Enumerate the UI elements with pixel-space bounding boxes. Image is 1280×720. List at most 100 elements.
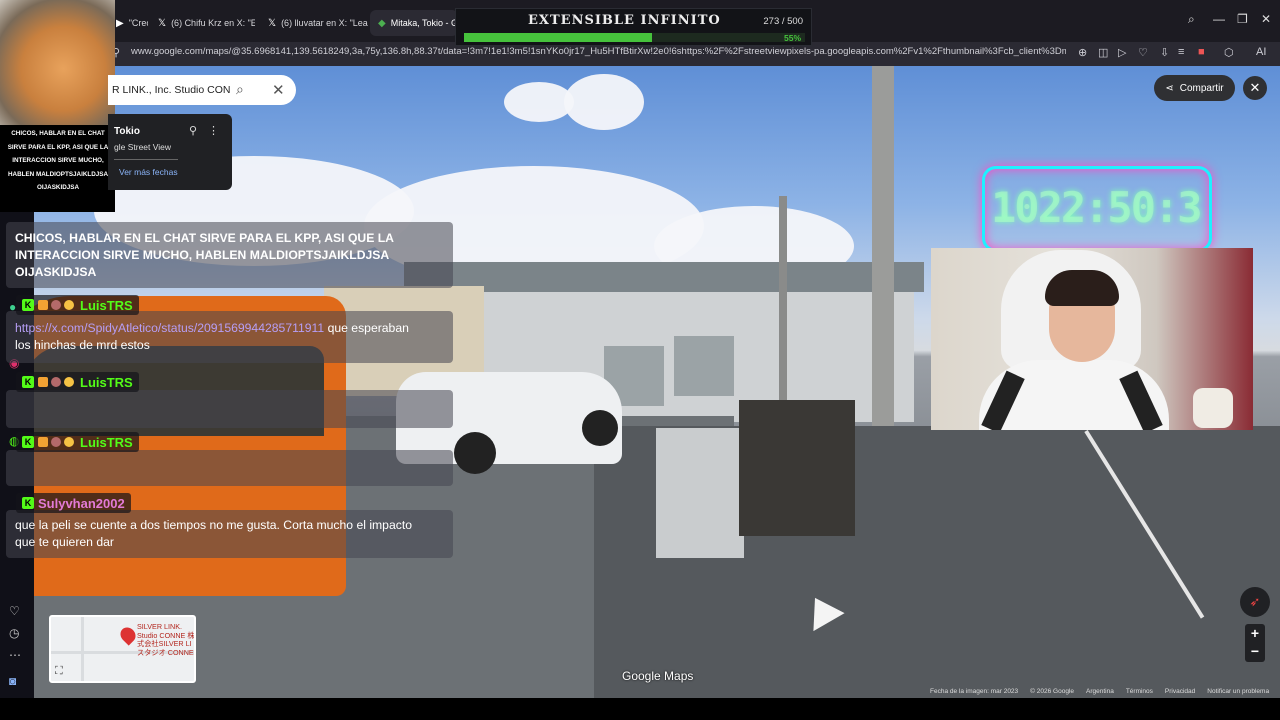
- location-pin-icon: [117, 624, 139, 646]
- chat-message: [6, 390, 453, 428]
- sub-badge-icon: [38, 437, 48, 447]
- coin-badge-icon: [64, 377, 74, 387]
- meme-caption: CHICOS, HABLAR EN EL CHAT SIRVE PARA EL …: [7, 130, 109, 191]
- tab-lluvatar[interactable]: 𝕏(6) lluvatar en X: "Learnin: [260, 10, 368, 36]
- cat-image: [0, 0, 115, 125]
- map-street: [81, 617, 84, 681]
- minimize-icon[interactable]: —: [1213, 12, 1225, 26]
- streamer-hair: [1045, 270, 1119, 306]
- skull-badge-icon: [51, 437, 61, 447]
- chat-header: K LuisTRS: [16, 372, 139, 392]
- username[interactable]: LuisTRS: [80, 298, 133, 313]
- meme-overlay: CHICOS, HABLAR EN EL CHAT SIRVE PARA EL …: [0, 0, 115, 212]
- window: [674, 336, 734, 396]
- zoom-control: + −: [1245, 624, 1265, 662]
- streamer-webcam: [931, 248, 1253, 430]
- wallet-icon[interactable]: ⬡: [1224, 46, 1234, 59]
- account-icon[interactable]: ◙: [9, 674, 16, 688]
- close-street-view-button[interactable]: ✕: [1243, 76, 1267, 100]
- sub-badge-icon: [38, 300, 48, 310]
- more-options-icon[interactable]: ⋮: [208, 124, 219, 137]
- zoom-out-button[interactable]: −: [1245, 643, 1265, 659]
- skull-badge-icon: [51, 300, 61, 310]
- kick-badge-icon: K: [22, 299, 34, 311]
- extension-icon[interactable]: ■: [1198, 46, 1205, 58]
- username[interactable]: Sulyvhan2002: [38, 496, 125, 511]
- terms-link[interactable]: Términos: [1126, 688, 1153, 695]
- goal-widget: EXTENSIBLE INFINITO 273 / 500 55%: [455, 8, 812, 46]
- username[interactable]: LuisTRS: [80, 435, 133, 450]
- privacy-link[interactable]: Privacidad: [1165, 688, 1195, 695]
- report-link[interactable]: Notificar un problema: [1207, 688, 1269, 695]
- kick-badge-icon: K: [22, 376, 34, 388]
- search-icon[interactable]: ⌕: [236, 81, 244, 98]
- wheel: [454, 432, 496, 474]
- goal-title: EXTENSIBLE INFINITO: [528, 13, 721, 28]
- message-text: que la peli se cuente a dos tiempos no m…: [15, 518, 412, 549]
- maps-footer: Fecha de la imagen: mar 2023 © 2026 Goog…: [930, 688, 1269, 695]
- close-window-icon[interactable]: ✕: [1261, 12, 1271, 26]
- chat-message: https://x.com/SpidyAtletico/status/20915…: [6, 311, 453, 363]
- coin-badge-icon: [64, 437, 74, 447]
- kick-badge-icon: K: [22, 497, 34, 509]
- coin-badge-icon: [64, 300, 74, 310]
- heart-icon[interactable]: ♡: [1138, 46, 1148, 59]
- chat-message: [6, 450, 453, 486]
- divider: [114, 159, 178, 160]
- message-link[interactable]: https://x.com/SpidyAtletico/status/20915…: [15, 321, 324, 335]
- goal-progress-fill: [464, 33, 652, 42]
- url-field[interactable]: www.google.com/maps/@35.6968141,139.5618…: [131, 46, 1066, 57]
- google-maps-logo: Google Maps: [622, 669, 694, 683]
- place-subtitle: gle Street View: [114, 142, 172, 152]
- maximize-icon[interactable]: ❐: [1237, 12, 1248, 26]
- compass-icon: ➶: [1249, 594, 1261, 609]
- tab-maps[interactable]: ◆Mitaka, Tokio - Goo: [370, 10, 458, 36]
- thermos: [1193, 388, 1233, 428]
- cloud: [564, 74, 644, 130]
- download-icon[interactable]: ⇩: [1160, 46, 1169, 59]
- tab-chifu[interactable]: 𝕏(6) Chifu Krz en X: "EN DIR: [150, 10, 255, 36]
- subathon-timer: 1022:50:3: [982, 166, 1212, 252]
- goal-count: 273 / 500: [763, 16, 803, 27]
- close-icon: ✕: [1249, 80, 1261, 95]
- x-logo-icon: 𝕏: [268, 17, 277, 29]
- video-icon: ▶: [116, 17, 124, 29]
- location-pin-icon[interactable]: ⚲: [189, 124, 197, 137]
- ai-button[interactable]: AI: [1256, 46, 1266, 58]
- close-icon[interactable]: ✕: [272, 81, 285, 99]
- garbage-station: [739, 400, 855, 536]
- wheel: [582, 410, 618, 446]
- menu-icon[interactable]: ≡: [1178, 46, 1184, 58]
- minimap[interactable]: SILVER LINK. Studio CONNE 株式会社SILVER LI …: [49, 615, 196, 683]
- chat-header: K LuisTRS: [16, 432, 139, 452]
- send-icon[interactable]: ▷: [1118, 46, 1126, 59]
- expand-icon[interactable]: ⛶: [55, 665, 63, 678]
- goal-progress-bar: [464, 33, 805, 42]
- copyright: © 2026 Google: [1030, 688, 1074, 695]
- share-button[interactable]: ⋖ Compartir: [1154, 75, 1235, 101]
- country-link[interactable]: Argentina: [1086, 688, 1114, 695]
- zoom-in-button[interactable]: +: [1245, 625, 1265, 641]
- screenshot-icon[interactable]: ◫: [1098, 46, 1108, 59]
- pinned-text: CHICOS, HABLAR EN EL CHAT SIRVE PARA EL …: [15, 231, 394, 279]
- compass-button[interactable]: ➶: [1240, 587, 1270, 617]
- bottom-strip: [0, 698, 1280, 720]
- favorite-icon[interactable]: ♡: [9, 604, 20, 618]
- chat-header: K LuisTRS: [16, 295, 139, 315]
- username[interactable]: LuisTRS: [80, 375, 133, 390]
- chat-message: que la peli se cuente a dos tiempos no m…: [6, 510, 453, 558]
- chat-header: K Sulyvhan2002: [16, 493, 131, 513]
- zoom-page-icon[interactable]: ⊕: [1078, 46, 1087, 59]
- sub-badge-icon: [38, 377, 48, 387]
- history-icon[interactable]: ◷: [9, 626, 19, 640]
- block-wall: [656, 428, 744, 558]
- message-text: https://x.com/SpidyAtletico/status/20915…: [15, 321, 409, 352]
- maps-icon: ◆: [378, 17, 386, 29]
- search-input[interactable]: R LINK., Inc. Studio CON: [112, 84, 230, 96]
- goal-percent: 55%: [783, 33, 801, 43]
- pinned-message: CHICOS, HABLAR EN EL CHAT SIRVE PARA EL …: [6, 222, 453, 288]
- more-icon[interactable]: ⋯: [9, 648, 21, 662]
- more-dates-link[interactable]: Ver más fechas: [119, 167, 178, 177]
- search-tabs-icon[interactable]: ⌕: [1188, 12, 1195, 27]
- maps-search-box[interactable]: R LINK., Inc. Studio CON ⌕ ✕: [108, 75, 296, 105]
